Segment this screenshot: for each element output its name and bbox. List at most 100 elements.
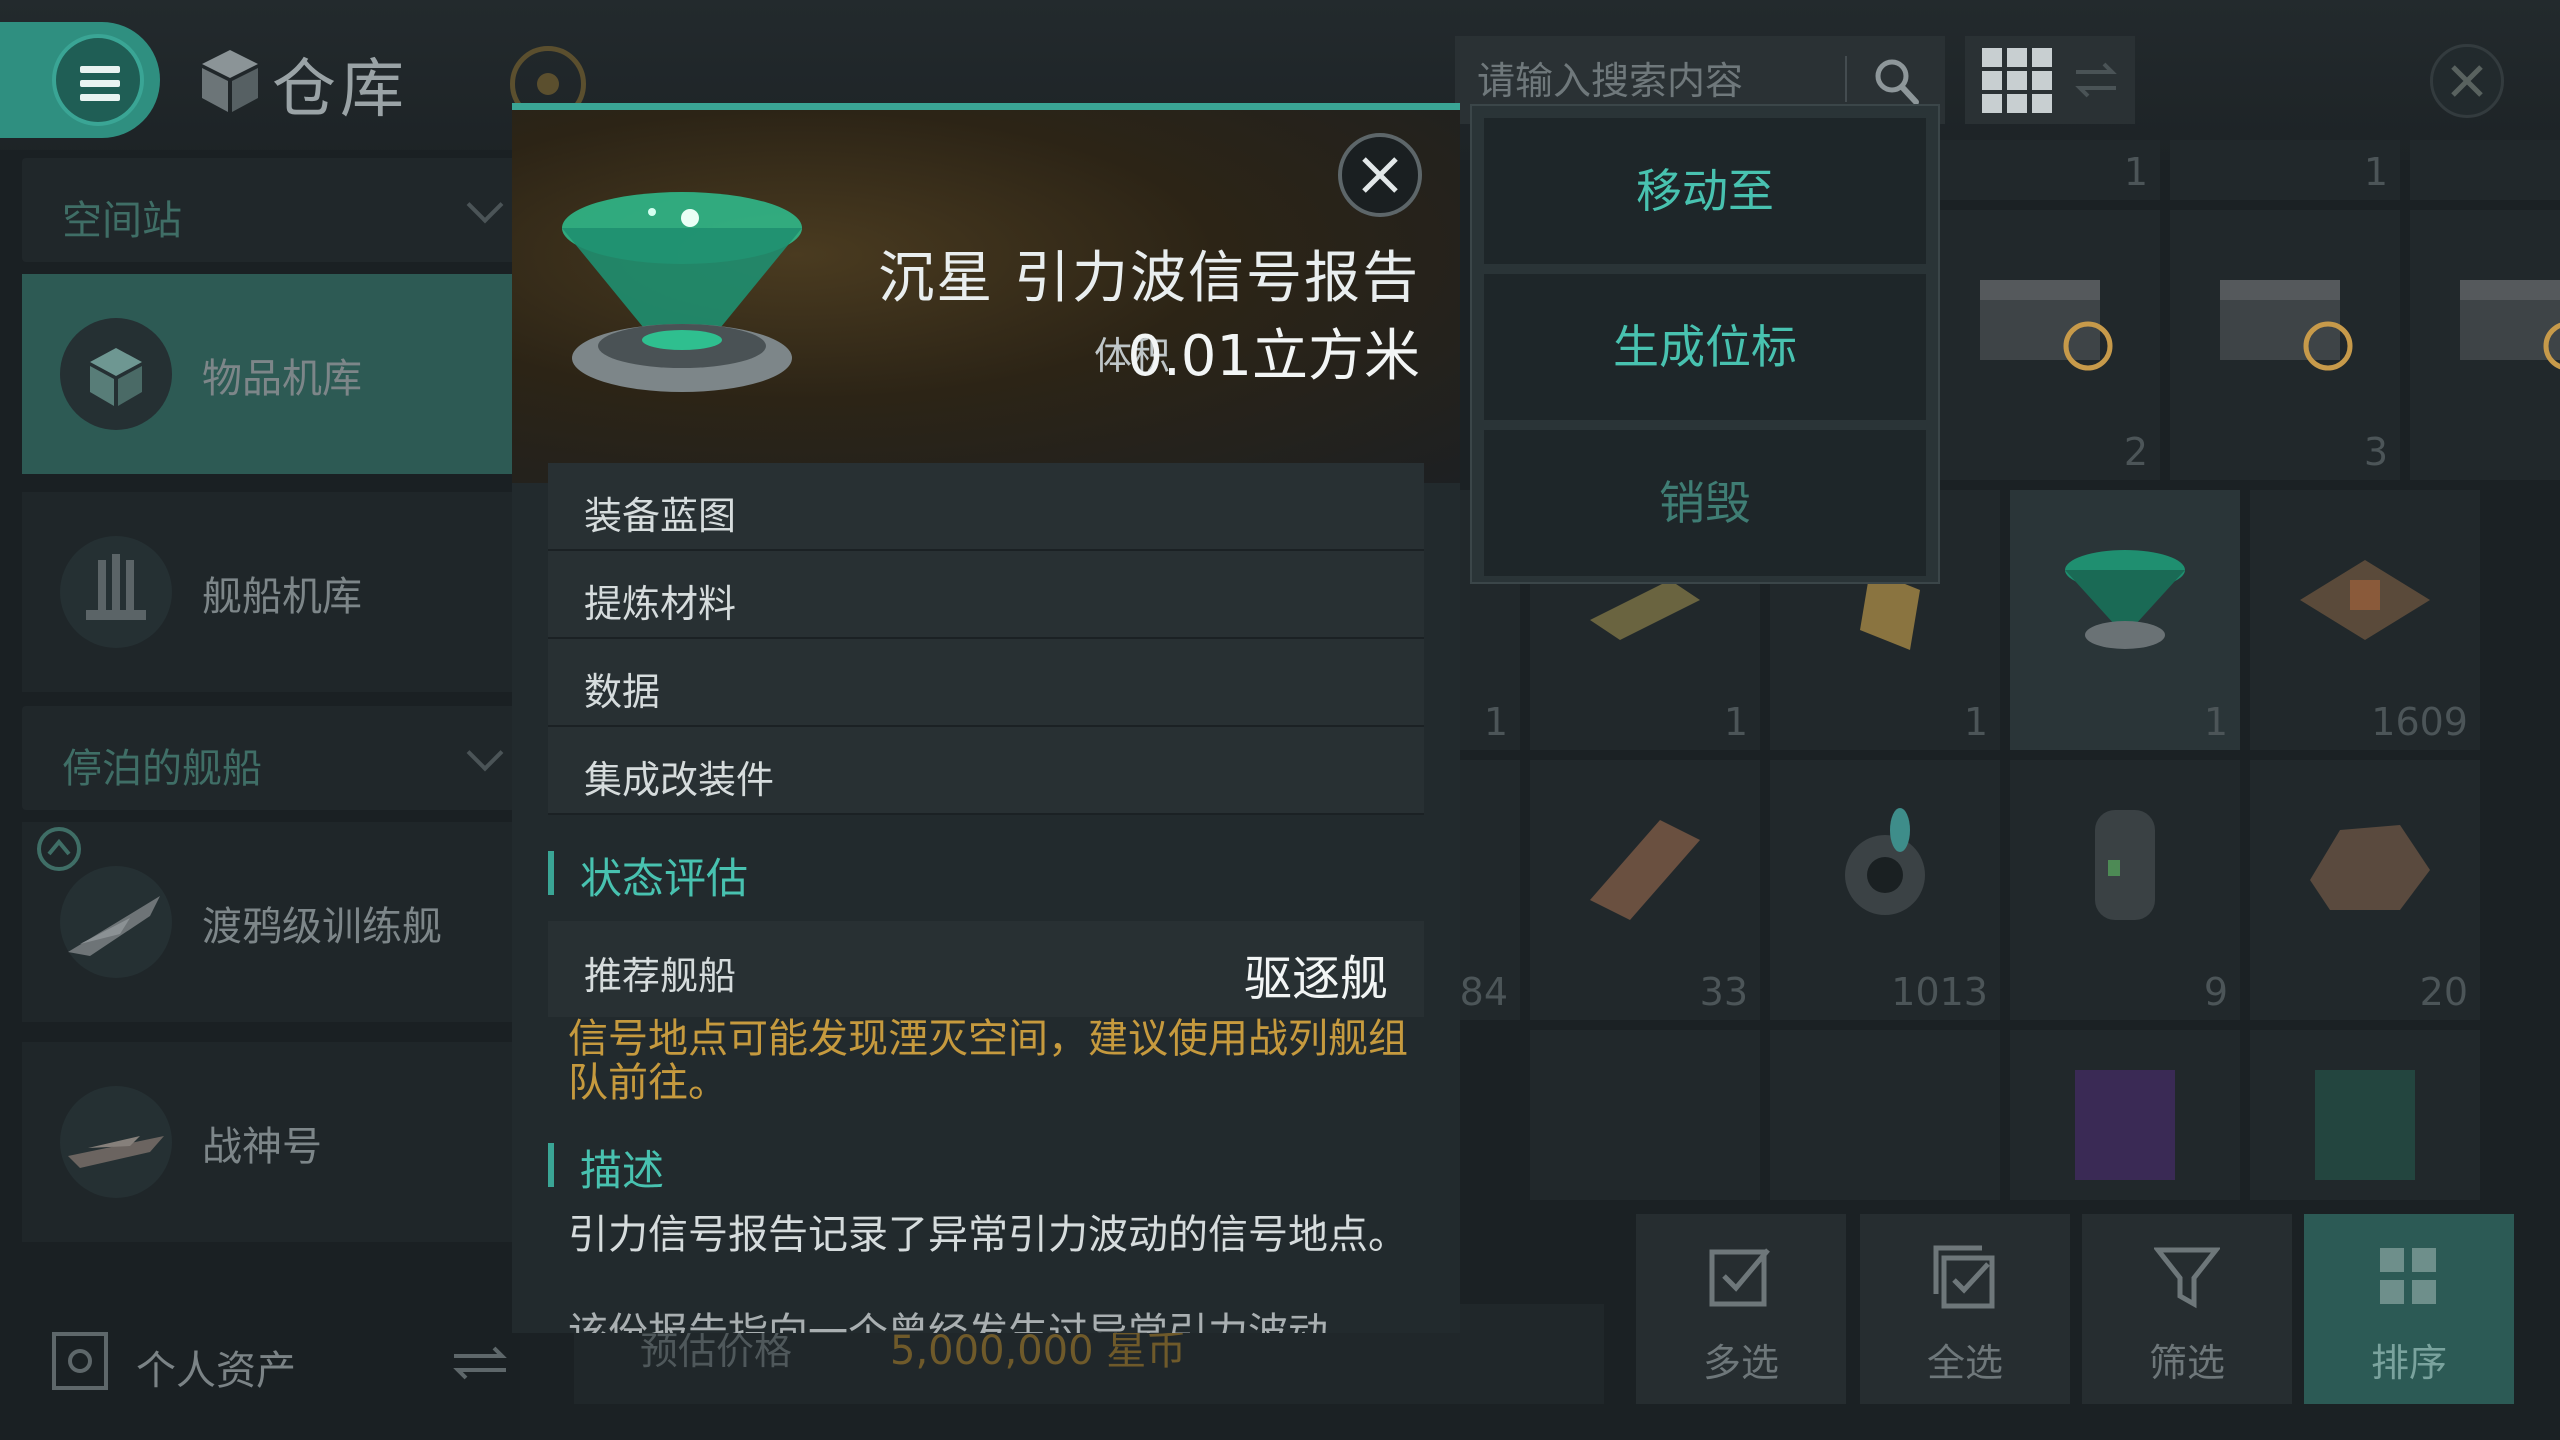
sidebar-item-label: 舰船机库 bbox=[202, 574, 362, 620]
category-label: 数据 bbox=[584, 670, 661, 714]
generate-bookmark-button[interactable]: 生成位标 bbox=[1484, 274, 1926, 420]
multi-select-button[interactable]: 多选 bbox=[1636, 1214, 1846, 1404]
close-icon bbox=[1362, 157, 1398, 193]
item-count: 1609 bbox=[2371, 700, 2468, 744]
dialog-accent-line bbox=[512, 103, 1460, 110]
sidebar-ship-label: 渡鸦级训练舰 bbox=[202, 904, 442, 950]
move-to-button[interactable]: 移动至 bbox=[1484, 118, 1926, 264]
ship-icon bbox=[60, 1086, 172, 1198]
destroy-button[interactable]: 销毁 bbox=[1484, 430, 1926, 576]
sidebar-item-item-hangar[interactable]: 物品机库 bbox=[22, 274, 522, 474]
sort-button[interactable]: 排序 bbox=[2304, 1214, 2514, 1404]
item-count: 1 bbox=[2363, 150, 2388, 194]
grid-cell[interactable]: 384 bbox=[1435, 760, 1520, 1020]
search-icon[interactable] bbox=[1872, 56, 1920, 106]
sidebar-item-label: 物品机库 bbox=[202, 356, 362, 402]
canister-icon bbox=[2095, 810, 2155, 920]
category-label: 集成改装件 bbox=[584, 758, 775, 802]
category-label: 提炼材料 bbox=[584, 582, 737, 626]
grid-cell[interactable]: 20 bbox=[2250, 760, 2480, 1020]
sidebar-ship-label: 战神号 bbox=[202, 1124, 322, 1170]
grid-cell[interactable] bbox=[2010, 1030, 2240, 1200]
grid-cell[interactable]: 9 bbox=[2010, 760, 2240, 1020]
cube-icon bbox=[60, 318, 172, 430]
grid-cell[interactable]: 33 bbox=[1530, 760, 1760, 1020]
chevron-down-icon bbox=[466, 734, 504, 772]
section-station[interactable]: 空间站 bbox=[22, 158, 522, 262]
item-count: 1 bbox=[1483, 700, 1508, 744]
grid-cell[interactable] bbox=[2250, 1030, 2480, 1200]
filter-label: 筛选 bbox=[2148, 1341, 2225, 1385]
move-to-label: 移动至 bbox=[1636, 164, 1774, 218]
generate-bookmark-label: 生成位标 bbox=[1613, 320, 1797, 374]
destroy-label: 销毁 bbox=[1659, 476, 1751, 530]
chevron-down-icon bbox=[466, 186, 504, 224]
item-count: 9 bbox=[2203, 970, 2228, 1014]
section-docked-ships[interactable]: 停泊的舰船 bbox=[22, 706, 522, 810]
item-count: 20 bbox=[2419, 970, 2468, 1014]
description-title: 描述 bbox=[580, 1146, 665, 1195]
hologram-icon bbox=[562, 192, 802, 392]
sidebar: 空间站 物品机库 舰船机库 停泊的舰船 渡鸦级训练舰 战神号 bbox=[0, 150, 522, 1440]
thruster-icon bbox=[1845, 808, 1925, 915]
checkbox-icon bbox=[1709, 1248, 1770, 1307]
filter-icon bbox=[2154, 1247, 2220, 1309]
menu-button[interactable] bbox=[0, 22, 160, 138]
select-all-icon bbox=[1933, 1245, 1995, 1309]
component-icon bbox=[2300, 560, 2430, 640]
item-count: 33 bbox=[1699, 970, 1748, 1014]
grid-cell[interactable]: 2 bbox=[1930, 210, 2160, 480]
item-count: 1013 bbox=[1891, 970, 1988, 1014]
description-text-continued: 该份报告指向一个曾经发生过异常引力波动 bbox=[568, 1310, 1328, 1333]
grid-cell[interactable] bbox=[1770, 1030, 2000, 1200]
grid-cell[interactable]: 1013 bbox=[1770, 760, 2000, 1020]
sidebar-item-ship-hangar[interactable]: 舰船机库 bbox=[22, 492, 522, 692]
dialog-close-button[interactable] bbox=[1338, 133, 1422, 217]
container-icon bbox=[1980, 280, 2113, 371]
skin-box-icon bbox=[2315, 1070, 2415, 1180]
swap-icon[interactable] bbox=[450, 1344, 510, 1380]
volume-value: 0.01立方米 bbox=[1127, 324, 1420, 389]
sidebar-ship-ares[interactable]: 战神号 bbox=[22, 1042, 522, 1242]
grid-cell[interactable] bbox=[1530, 1030, 1760, 1200]
close-warehouse-button[interactable] bbox=[2430, 44, 2504, 118]
section-accent-bar bbox=[548, 851, 554, 895]
item-count: 1 bbox=[2203, 700, 2228, 744]
blueprint-stack-icon bbox=[1590, 820, 1700, 920]
recommended-ship-row: 推荐舰船 驱逐舰 bbox=[548, 921, 1424, 1017]
cube-icon bbox=[202, 50, 258, 112]
item-count: 3 bbox=[2363, 430, 2388, 474]
item-count: 1 bbox=[1723, 700, 1748, 744]
grid-cell-selected[interactable]: 1 bbox=[2010, 490, 2240, 750]
safe-icon bbox=[52, 1332, 108, 1390]
ship-icon bbox=[60, 866, 172, 978]
container-icon bbox=[2220, 280, 2353, 371]
grid-view-icon[interactable] bbox=[1982, 48, 2052, 114]
grid-cell[interactable]: 1 bbox=[2170, 140, 2400, 200]
section-accent-bar bbox=[548, 1143, 554, 1187]
search-divider bbox=[1845, 56, 1847, 102]
status-title: 状态评估 bbox=[580, 854, 749, 903]
filter-button[interactable]: 筛选 bbox=[2082, 1214, 2292, 1404]
item-count: 1 bbox=[2123, 150, 2148, 194]
category-row: 提炼材料 bbox=[548, 551, 1424, 639]
grid-cell[interactable]: 1 bbox=[2410, 140, 2560, 200]
category-row: 数据 bbox=[548, 639, 1424, 727]
item-count: 1 bbox=[1963, 700, 1988, 744]
grid-cell[interactable]: 5 bbox=[2410, 210, 2560, 480]
swap-icon[interactable] bbox=[2072, 60, 2120, 100]
grid-cell[interactable]: 1609 bbox=[2250, 490, 2480, 750]
warning-text: 信号地点可能发现湮灭空间，建议使用战列舰组队前往。 bbox=[568, 1016, 1408, 1106]
hologram-icon bbox=[2065, 550, 2185, 649]
select-all-button[interactable]: 全选 bbox=[1860, 1214, 2070, 1404]
sidebar-ship-raven-trainer[interactable]: 渡鸦级训练舰 bbox=[22, 822, 522, 1022]
item-count: 2 bbox=[2123, 430, 2148, 474]
category-row: 装备蓝图 bbox=[548, 463, 1424, 551]
grid-cell[interactable]: 3 bbox=[2170, 210, 2400, 480]
category-label: 装备蓝图 bbox=[584, 494, 737, 538]
grid-cell[interactable]: 1 bbox=[1930, 140, 2160, 200]
search-input[interactable] bbox=[1475, 50, 1859, 112]
page-title: 仓库 bbox=[272, 53, 408, 127]
dialog-header: 沉星 引力波信号报告 体积 0.01立方米 bbox=[512, 103, 1460, 483]
container-icon bbox=[2460, 280, 2560, 370]
